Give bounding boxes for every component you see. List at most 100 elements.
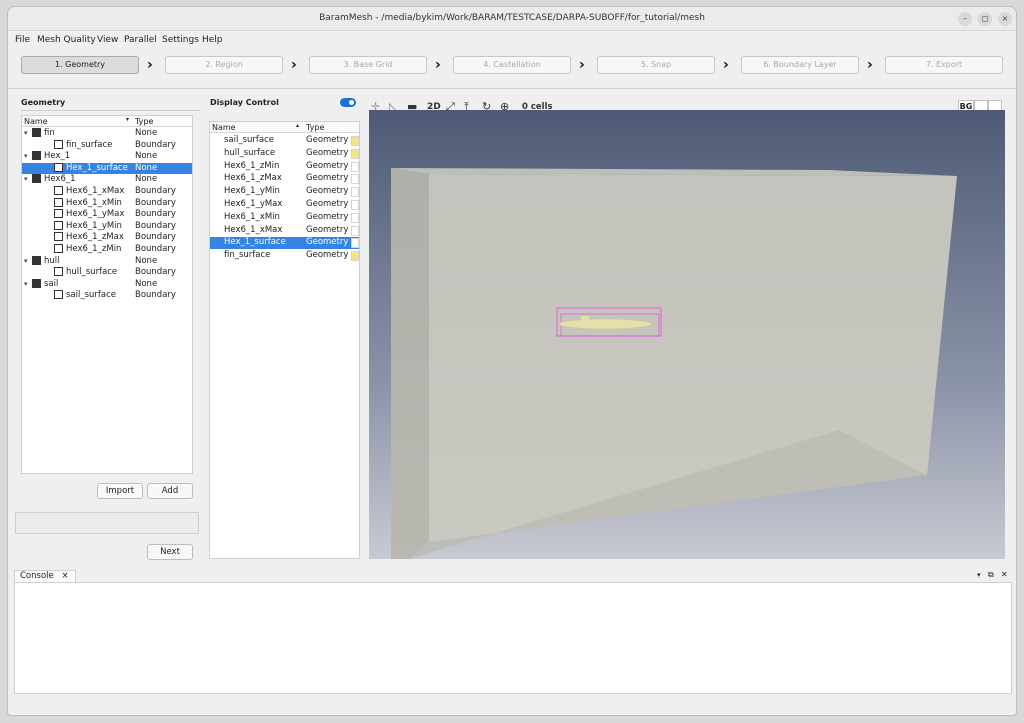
display-row[interactable]: Hex6_1_yMax Geometry — [210, 199, 359, 211]
tree-row-name: sail_surface — [66, 290, 117, 301]
tree-row-type: None — [135, 174, 158, 185]
display-row[interactable]: sail_surface Geometry — [210, 135, 359, 147]
expand-toggle-icon[interactable]: ▾ — [24, 279, 32, 291]
tree-row-type: Boundary — [135, 267, 176, 278]
display-row[interactable]: Hex6_1_xMax Geometry — [210, 225, 359, 237]
console-output[interactable] — [14, 582, 1012, 694]
menu-mesh-quality[interactable]: Mesh Quality — [37, 35, 96, 45]
geometry-tree[interactable]: Name ▾ Type ▾ fin None fin_surface Boundary ▾… — [21, 115, 193, 474]
display-control-list[interactable]: Name ▴ Type sail_surface Geometry hull_sur… — [209, 121, 360, 559]
tree-row-name: Hex6_1_xMax — [66, 186, 125, 196]
toggle-switch[interactable] — [340, 98, 356, 107]
color-swatch[interactable] — [351, 161, 359, 172]
import-button[interactable]: Import — [97, 483, 143, 499]
tree-row[interactable]: fin_surface Boundary — [22, 139, 192, 152]
divider — [21, 110, 200, 111]
expand-toggle-icon[interactable]: ▾ — [24, 151, 32, 163]
display-row-type: Geometry — [306, 160, 349, 171]
column-header-type[interactable]: Type — [306, 123, 324, 132]
display-row[interactable]: Hex6_1_xMin Geometry — [210, 212, 359, 224]
menu-settings[interactable]: Settings — [162, 35, 199, 45]
tree-row-type: Boundary — [135, 220, 176, 231]
tree-row[interactable]: Hex6_1_zMin Boundary — [22, 244, 192, 256]
tree-row-name: Hex_1_surface — [66, 162, 128, 173]
tree-row[interactable]: ▾ sail None — [22, 278, 192, 291]
close-icon[interactable]: ✕ — [1001, 570, 1008, 579]
window-title: BaramMesh - /media/bykim/Work/BARAM/TEST… — [319, 13, 705, 23]
display-row[interactable]: Hex6_1_yMin Geometry — [210, 186, 359, 198]
display-row[interactable]: Hex6_1_zMax Geometry — [210, 173, 359, 185]
status-area — [15, 512, 199, 534]
surface-geometry-icon — [54, 290, 63, 300]
close-button[interactable]: × — [998, 12, 1012, 26]
surface-geometry-icon — [54, 162, 63, 172]
console-tab[interactable]: Console × — [14, 570, 76, 582]
console-menu-icon[interactable]: ▾ — [977, 571, 981, 579]
display-row-type: Geometry — [306, 135, 349, 145]
step-boundary-layer[interactable]: 6. Boundary Layer — [741, 56, 859, 74]
tree-row[interactable]: Hex6_1_zMax Boundary — [22, 232, 192, 244]
tree-row-name: hull — [44, 255, 60, 266]
render-viewport[interactable] — [369, 110, 1005, 559]
display-control-title: Display Control — [210, 98, 279, 107]
display-row-name: sail_surface — [224, 135, 275, 145]
color-swatch[interactable] — [351, 200, 359, 210]
step-region[interactable]: 2. Region — [165, 56, 283, 74]
surface-geometry-icon — [54, 186, 63, 195]
tree-row[interactable]: Hex_1_surface None — [22, 162, 192, 175]
step-geometry[interactable]: 1. Geometry — [21, 56, 139, 74]
step-base-grid[interactable]: 3. Base Grid — [309, 56, 427, 74]
step-snap[interactable]: 5. Snap — [597, 56, 715, 74]
tree-row[interactable]: sail_surface Boundary — [22, 290, 192, 302]
tree-row[interactable]: Hex6_1_yMin Boundary — [22, 220, 192, 233]
color-swatch[interactable] — [351, 136, 359, 146]
tree-row[interactable]: Hex6_1_yMax Boundary — [22, 209, 192, 221]
tree-row-type: None — [135, 162, 158, 173]
undock-icon[interactable]: ⧉ — [988, 570, 994, 580]
display-row[interactable]: hull_surface Geometry — [210, 148, 359, 160]
color-swatch[interactable] — [351, 212, 359, 223]
color-swatch[interactable] — [351, 187, 359, 198]
chevron-right-icon: › — [723, 57, 729, 73]
app-window: BaramMesh - /media/bykim/Work/BARAM/TEST… — [7, 6, 1017, 716]
tree-row[interactable]: hull_surface Boundary — [22, 267, 192, 279]
color-swatch[interactable] — [351, 251, 359, 262]
close-icon[interactable]: × — [61, 571, 68, 581]
tree-row[interactable]: ▾ hull None — [22, 255, 192, 268]
add-button[interactable]: Add — [147, 483, 193, 499]
step-export[interactable]: 7. Export — [885, 56, 1003, 74]
tree-row[interactable]: ▾ Hex6_1 None — [22, 174, 192, 186]
surface-geometry-icon — [54, 220, 63, 230]
tree-row[interactable]: Hex6_1_xMin Boundary — [22, 197, 192, 210]
solid-geometry-icon — [32, 128, 41, 137]
menu-help[interactable]: Help — [202, 35, 223, 45]
tree-row-type: None — [135, 255, 158, 266]
display-row[interactable]: Hex6_1_zMin Geometry — [210, 161, 359, 173]
column-header-name[interactable]: Name — [212, 123, 236, 132]
expand-toggle-icon[interactable]: ▾ — [24, 128, 32, 140]
chevron-right-icon: › — [867, 57, 873, 73]
display-row[interactable]: fin_surface Geometry — [210, 250, 359, 262]
next-button[interactable]: Next — [147, 544, 193, 560]
display-row[interactable]: Hex_1_surface Geometry — [210, 237, 359, 249]
menu-parallel[interactable]: Parallel — [124, 35, 157, 45]
tree-row[interactable]: ▾ fin None — [22, 128, 192, 140]
tree-row-name: Hex6_1_zMin — [66, 244, 122, 254]
color-swatch[interactable] — [351, 174, 359, 185]
color-swatch[interactable] — [351, 225, 359, 236]
toggle-knob-icon — [349, 100, 354, 105]
color-swatch[interactable] — [351, 238, 359, 249]
menu-file[interactable]: File — [15, 35, 30, 45]
tree-row[interactable]: Hex6_1_xMax Boundary — [22, 186, 192, 198]
minimize-button[interactable]: – — [958, 12, 972, 26]
maximize-button[interactable]: ◻ — [978, 12, 992, 26]
tree-row[interactable]: ▾ Hex_1 None — [22, 151, 192, 163]
expand-toggle-icon[interactable]: ▾ — [24, 174, 32, 186]
column-header-name[interactable]: Name — [24, 117, 48, 126]
menu-view[interactable]: View — [97, 35, 118, 45]
column-header-type[interactable]: Type — [135, 117, 153, 126]
color-swatch[interactable] — [351, 148, 359, 159]
expand-toggle-icon[interactable]: ▾ — [24, 256, 32, 268]
display-row-type: Geometry — [306, 224, 349, 235]
step-castellation[interactable]: 4. Castellation — [453, 56, 571, 74]
